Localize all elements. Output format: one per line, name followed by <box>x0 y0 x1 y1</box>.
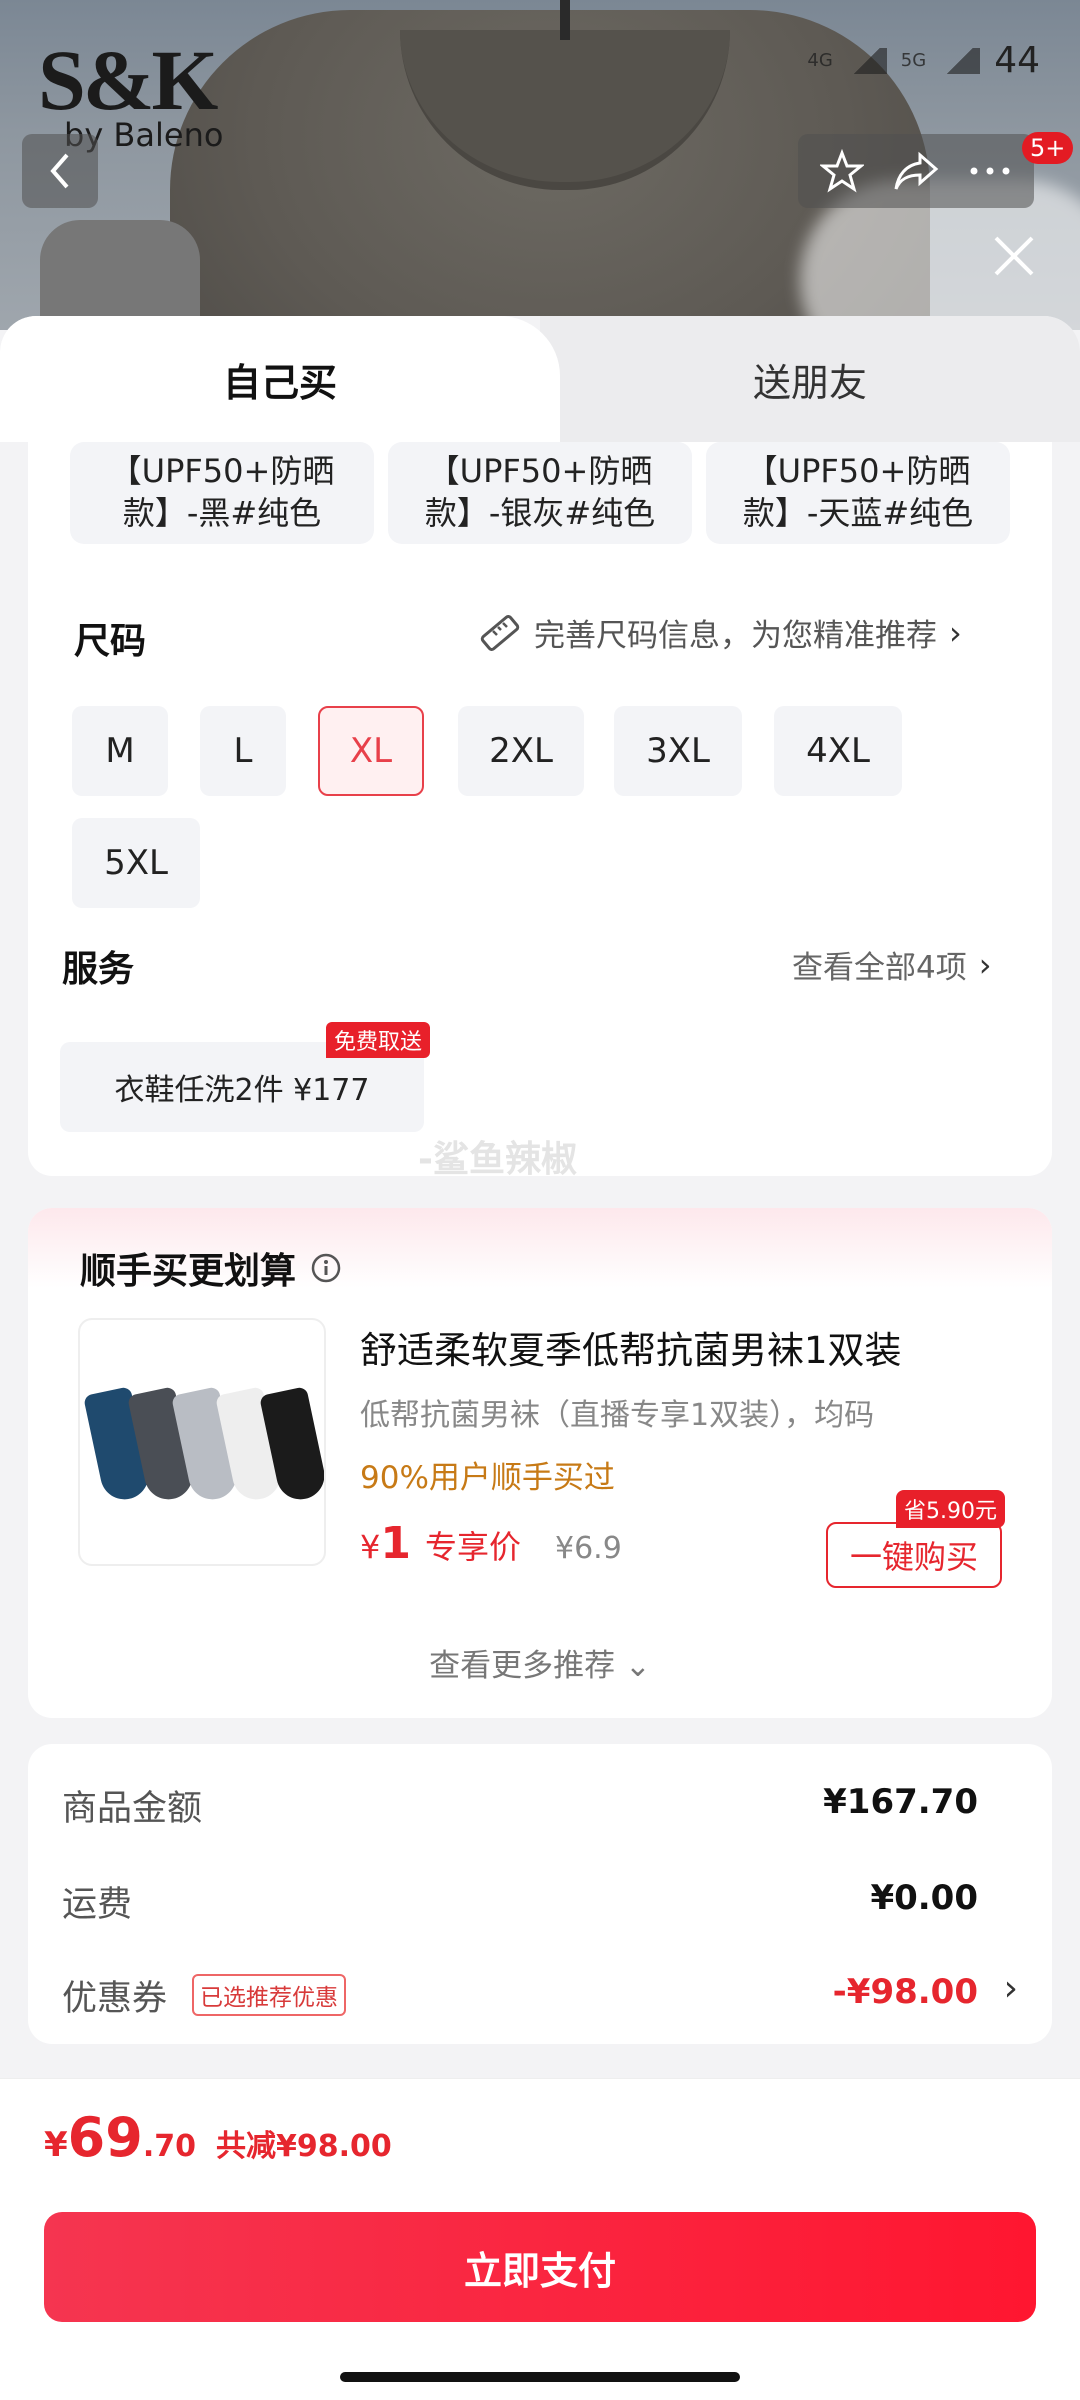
free-pickup-tag: 免费取送 <box>326 1022 431 1058</box>
top-action-group <box>798 134 1034 208</box>
close-icon[interactable] <box>986 228 1042 284</box>
size-option-5xl[interactable]: 5XL <box>72 818 200 908</box>
cart-badge: 5+ <box>1022 132 1074 164</box>
chevron-right-icon: › <box>978 945 992 984</box>
total-discount: 共减¥98.00 <box>215 2129 392 2164</box>
info-icon[interactable] <box>310 1252 342 1284</box>
signal-icon <box>846 47 887 74</box>
price-summary-card: 商品金额 ¥167.70 运费 ¥0.00 优惠券 已选推荐优惠 -¥98.00… <box>28 1744 1052 2044</box>
tab-gift-friend[interactable]: 送朋友 <box>540 316 1080 442</box>
share-icon[interactable] <box>892 149 940 193</box>
color-option-silver-gray[interactable]: 【UPF50+防晒 款】-银灰#纯色 <box>388 442 692 544</box>
size-option-l[interactable]: L <box>200 706 286 796</box>
size-option-4xl[interactable]: 4XL <box>774 706 902 796</box>
watermark: -鲨鱼辣椒 <box>418 1139 577 1180</box>
home-indicator[interactable] <box>340 2372 740 2382</box>
service-see-all-link[interactable]: 查看全部4项 › <box>792 942 992 987</box>
upsell-price: ¥1 专享价 ¥6.9 <box>360 1518 622 1569</box>
upsell-card: 顺手买更划算 舒适柔软夏季低帮抗菌男袜1双装 低帮抗菌男袜（直播专享1双装），均… <box>28 1208 1052 1718</box>
upsell-product-subtitle: 低帮抗菌男袜（直播专享1双装），均码 <box>360 1398 875 1433</box>
size-title: 尺码 <box>74 621 147 662</box>
tab-bar: 送朋友 自己买 <box>0 316 1080 442</box>
size-option-2xl[interactable]: 2XL <box>458 706 584 796</box>
size-option-3xl[interactable]: 3XL <box>614 706 742 796</box>
goods-amount-label: 商品金额 <box>62 1789 203 1829</box>
more-icon[interactable] <box>968 161 1012 181</box>
color-option-sky-blue[interactable]: 【UPF50+防晒 款】-天蓝#纯色 <box>706 442 1010 544</box>
network-4g: 4G <box>807 50 833 71</box>
color-option-black[interactable]: 【UPF50+防晒 款】-黑#纯色 <box>70 442 374 544</box>
shipping-value: ¥0.00 <box>870 1878 978 1918</box>
signal-icon <box>940 47 981 74</box>
upsell-original-price: ¥6.9 <box>555 1531 622 1566</box>
save-tag: 省5.90元 <box>896 1490 1005 1528</box>
ruler-icon <box>480 614 520 651</box>
pay-now-button[interactable]: 立即支付 <box>44 2212 1036 2322</box>
size-option-xl[interactable]: XL <box>318 706 424 796</box>
upsell-buy-rate: 90%用户顺手买过 <box>360 1460 615 1496</box>
chevron-right-icon: › <box>949 613 962 652</box>
star-icon[interactable] <box>820 149 864 193</box>
shipping-label: 运费 <box>62 1885 133 1925</box>
spec-card: 【UPF50+防晒 款】-黑#纯色 【UPF50+防晒 款】-银灰#纯色 【UP… <box>28 442 1052 1180</box>
tab-buy-self[interactable]: 自己买 <box>0 316 560 442</box>
total-price: ¥ 69 .70 共减¥98.00 <box>44 2106 392 2169</box>
coupon-label: 优惠券 <box>62 1979 168 2019</box>
battery-level: 44 <box>994 40 1040 81</box>
coupon-selected-tag: 已选推荐优惠 <box>192 1974 346 2016</box>
size-recommend-link[interactable]: 完善尺码信息，为您精准推荐 › <box>478 610 962 655</box>
chevron-left-icon <box>50 153 69 189</box>
network-5g: 5G <box>900 50 927 71</box>
sock-product-image[interactable] <box>78 1318 326 1566</box>
upsell-title: 顺手买更划算 <box>80 1251 297 1292</box>
size-option-m[interactable]: M <box>72 706 168 796</box>
coupon-value[interactable]: -¥98.00 <box>833 1972 978 2012</box>
one-click-buy-button[interactable]: 一键购买 <box>826 1522 1002 1588</box>
see-more-recommendations[interactable]: 查看更多推荐 ⌄ <box>28 1640 1052 1685</box>
back-button[interactable] <box>22 134 98 208</box>
goods-amount-value: ¥167.70 <box>823 1782 978 1822</box>
service-title: 服务 <box>62 949 135 990</box>
chevron-right-icon[interactable]: › <box>1004 1968 1018 2009</box>
status-bar: 4G 5G 44 <box>807 40 1040 81</box>
upsell-product-title[interactable]: 舒适柔软夏季低帮抗菌男袜1双装 <box>360 1320 902 1374</box>
